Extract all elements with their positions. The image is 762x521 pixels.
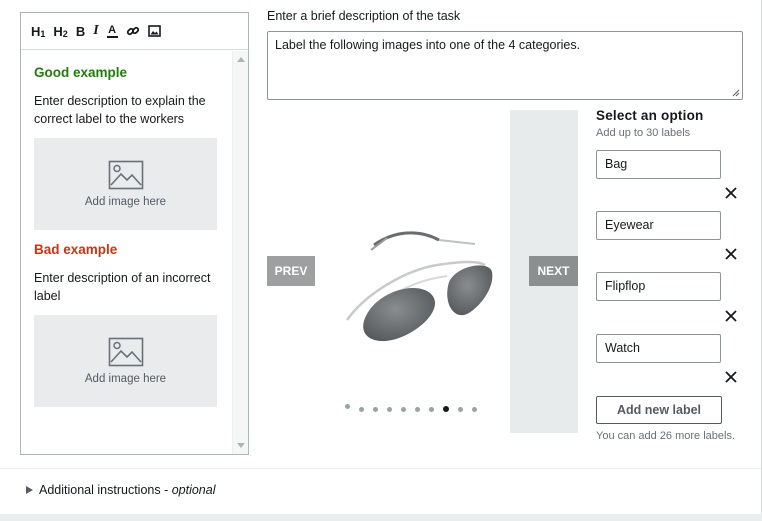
carousel-next-button[interactable]: NEXT [529, 256, 578, 286]
additional-instructions-toggle[interactable]: Additional instructions - optional [26, 483, 216, 497]
close-icon[interactable] [723, 185, 739, 201]
label-input-flipflop[interactable]: Flipflop [596, 272, 721, 301]
editor-toolbar: H1 H2 B I A [21, 13, 248, 50]
scroll-down-icon[interactable] [237, 443, 245, 448]
instructions-editor: H1 H2 B I A Good example Enter descripti… [20, 12, 249, 455]
task-description-textarea[interactable]: Label the following images into one of t… [267, 31, 743, 100]
carousel-dot[interactable] [415, 406, 420, 412]
heading1-button[interactable]: H1 [31, 21, 45, 41]
good-example-image-placeholder[interactable]: Add image here [34, 138, 217, 230]
carousel-dot[interactable] [472, 406, 477, 412]
heading1-icon: H1 [31, 24, 45, 39]
scroll-up-icon[interactable] [237, 57, 245, 62]
carousel-dot[interactable] [401, 406, 406, 412]
heading2-icon: H2 [53, 24, 67, 39]
image-button[interactable] [147, 21, 161, 41]
additional-instructions-label: Additional instructions - optional [39, 483, 216, 497]
bad-example-image-placeholder[interactable]: Add image here [34, 315, 217, 407]
sunglasses-image [345, 231, 493, 342]
task-description-label: Enter a brief description of the task [267, 9, 461, 23]
carousel-dot[interactable] [443, 406, 449, 412]
heading1-letter: H [31, 23, 41, 39]
caret-right-icon [26, 486, 33, 494]
good-example-title: Good example [34, 65, 128, 80]
image-carousel: PREV NEXT [267, 110, 578, 433]
link-icon [126, 26, 139, 36]
heading2-sub: 2 [62, 28, 68, 39]
bad-example-description: Enter description of an incorrect label [34, 271, 211, 303]
image-placeholder-icon [108, 337, 143, 367]
label-input-bag[interactable]: Bag [596, 150, 721, 179]
editor-content[interactable]: Good example Enter description to explai… [21, 51, 232, 454]
add-image-label: Add image here [84, 373, 167, 385]
carousel-dot[interactable] [429, 406, 434, 412]
optional-text: optional [171, 483, 216, 497]
resize-grip-icon[interactable] [732, 89, 740, 97]
close-icon[interactable] [723, 308, 739, 324]
italic-icon: I [93, 23, 99, 38]
bad-example-title: Bad example [34, 242, 118, 257]
carousel-dot[interactable] [458, 406, 463, 412]
carousel-dot[interactable] [345, 403, 350, 409]
font-color-letter: A [108, 23, 117, 36]
font-color-icon: A [106, 23, 118, 38]
bold-icon: B [75, 23, 86, 39]
bold-button[interactable]: B [76, 21, 85, 41]
image-placeholder-icon [108, 160, 143, 190]
select-option-title: Select an option [596, 108, 704, 123]
task-description-value: Label the following images into one of t… [275, 38, 581, 52]
label-input-eyewear[interactable]: Eyewear [596, 211, 721, 240]
heading2-button[interactable]: H2 [53, 21, 67, 41]
add-new-label-button[interactable]: Add new label [596, 396, 722, 424]
font-color-button[interactable]: A [106, 21, 118, 41]
carousel-dot[interactable] [359, 406, 364, 412]
close-icon[interactable] [723, 369, 739, 385]
carousel-prev-button[interactable]: PREV [267, 256, 315, 286]
remaining-labels-note: You can add 26 more labels. [596, 430, 736, 442]
heading2-letter: H [53, 23, 63, 39]
font-color-bar [106, 35, 118, 38]
carousel-dot[interactable] [387, 406, 392, 412]
section-divider [0, 468, 761, 469]
label-input-watch[interactable]: Watch [596, 334, 721, 363]
carousel-pagination [345, 403, 477, 412]
italic-button[interactable]: I [93, 21, 98, 41]
link-button[interactable] [126, 21, 140, 41]
heading1-sub: 1 [40, 28, 46, 39]
close-icon[interactable] [723, 246, 739, 262]
bottom-strip [0, 514, 762, 521]
good-example-description: Enter description to explain the correct… [34, 94, 206, 126]
additional-instructions-text: Additional instructions - [39, 483, 172, 497]
carousel-dot[interactable] [373, 406, 378, 412]
editor-scrollbar[interactable] [232, 51, 248, 454]
select-option-subtitle: Add up to 30 labels [596, 127, 691, 139]
image-icon [147, 25, 161, 37]
add-image-label: Add image here [84, 196, 167, 208]
